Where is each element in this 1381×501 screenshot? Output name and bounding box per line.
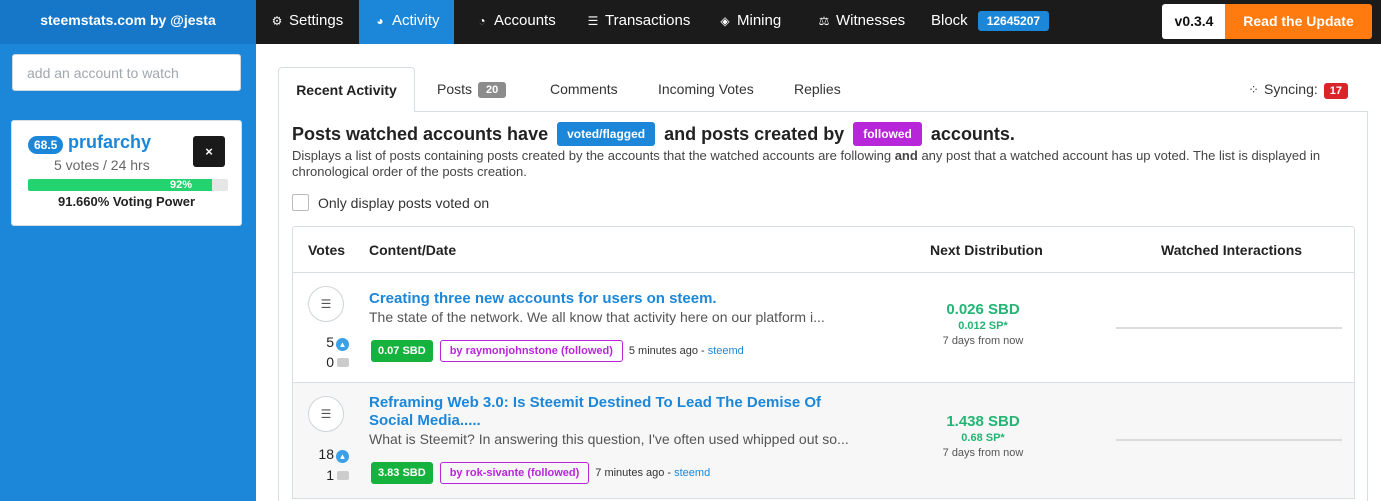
post-meta: 3.83 SBD by rok-sivante (followed) 7 min… xyxy=(371,462,710,484)
upvote-count: 18 ▲ xyxy=(293,446,349,463)
votes-per-day: 5 votes / 24 hrs xyxy=(54,157,150,173)
sidebar: steemstats.com by @jesta 68.5 prufarchy … xyxy=(0,0,256,501)
comment-icon xyxy=(337,471,349,480)
comment-count: 0 xyxy=(293,354,349,370)
tab-recent-activity[interactable]: Recent Activity xyxy=(278,67,415,112)
table-row: ☰ 5 ▲ 0 Creating three new accounts for u… xyxy=(293,273,1354,383)
header-content: Content/Date xyxy=(369,242,457,258)
close-icon: × xyxy=(205,144,213,159)
post-time: 7 minutes ago - xyxy=(595,467,672,479)
list-icon: ☰ xyxy=(320,407,332,421)
reputation-badge: 68.5 xyxy=(28,136,64,154)
brand-title[interactable]: steemstats.com by @jesta xyxy=(0,0,256,44)
post-excerpt: The state of the network. We all know th… xyxy=(369,309,825,325)
list-icon: ☰ xyxy=(320,297,332,311)
cube-icon: ◈ xyxy=(720,14,730,28)
only-voted-filter[interactable]: Only display posts voted on xyxy=(292,194,489,211)
voting-power-bar: 92% xyxy=(28,179,228,191)
page-title: Posts watched accounts have voted/flagge… xyxy=(292,122,1015,146)
list-icon: ☰ xyxy=(587,14,599,28)
post-time: 5 minutes ago - xyxy=(628,345,705,357)
app-link[interactable]: steemd xyxy=(708,345,744,357)
table-header: Votes Content/Date Next Distribution Wat… xyxy=(293,227,1354,273)
table-row: ☰ 18 ▲ 1 Reframing Web 3.0: Is Steemit De… xyxy=(293,383,1354,499)
nav-transactions[interactable]: ☰ Transactions xyxy=(572,0,704,44)
next-distribution: 1.438 SBD 0.68 SP* 7 days from now xyxy=(942,413,1024,459)
post-title-link[interactable]: Reframing Web 3.0: Is Steemit Destined T… xyxy=(369,394,849,430)
tab-replies[interactable]: Replies xyxy=(794,67,841,111)
block-number-badge: 12645207 xyxy=(977,11,1050,32)
watched-interactions-bar xyxy=(1116,439,1342,441)
payout-badge: 3.83 SBD xyxy=(371,462,433,484)
nav-block[interactable]: Block 12645207 xyxy=(917,0,1063,44)
tab-comments[interactable]: Comments xyxy=(550,67,618,111)
remove-account-button[interactable]: × xyxy=(193,136,225,167)
balance-scale-icon: ⚖ xyxy=(818,14,830,28)
gears-icon: ⚙ xyxy=(271,14,283,28)
post-detail-button[interactable]: ☰ xyxy=(308,396,344,432)
post-meta: 0.07 SBD by raymonjohnstone (followed) 5… xyxy=(371,340,744,362)
tab-incoming-votes[interactable]: Incoming Votes xyxy=(658,67,754,111)
followed-label: followed xyxy=(853,122,922,146)
header-watched-interactions: Watched Interactions xyxy=(1161,242,1303,258)
account-card: 68.5 prufarchy 5 votes / 24 hrs × 92% 91… xyxy=(11,120,242,226)
nav-settings[interactable]: ⚙ Settings xyxy=(256,0,357,44)
post-excerpt: What is Steemit? In answering this quest… xyxy=(369,431,849,447)
post-title-link[interactable]: Creating three new accounts for users on… xyxy=(369,290,849,308)
upvote-icon[interactable]: ▲ xyxy=(336,338,349,351)
comment-icon xyxy=(337,358,349,367)
payout-badge: 0.07 SBD xyxy=(371,340,433,362)
post-detail-button[interactable]: ☰ xyxy=(308,286,344,322)
sync-count-badge: 17 xyxy=(1323,83,1348,99)
author-badge[interactable]: by rok-sivante (followed) xyxy=(439,462,590,484)
upvote-count: 5 ▲ xyxy=(293,334,349,351)
page-description: Displays a list of posts containing post… xyxy=(292,148,1321,179)
posts-table: Votes Content/Date Next Distribution Wat… xyxy=(292,226,1355,499)
version-label: v0.3.4 xyxy=(1162,4,1226,39)
account-name[interactable]: prufarchy xyxy=(68,132,151,153)
nav-accounts[interactable]: ◔ Accounts xyxy=(461,0,570,44)
watch-account-input[interactable] xyxy=(12,54,241,91)
sync-status: ⁘ Syncing: 17 xyxy=(1248,67,1348,111)
nav-witnesses[interactable]: ⚖ Witnesses xyxy=(803,0,919,44)
rss-icon: ◕ xyxy=(376,14,384,28)
tab-posts[interactable]: Posts 20 xyxy=(437,67,507,111)
nav-mining[interactable]: ◈ Mining xyxy=(704,0,795,44)
nav-activity[interactable]: ◕ Activity xyxy=(359,0,454,44)
pie-chart-icon: ◔ xyxy=(478,14,486,28)
voted-flagged-label: voted/flagged xyxy=(557,122,656,146)
watched-interactions-bar xyxy=(1116,327,1342,329)
activity-tabs: Recent Activity Posts 20 Comments Incomin… xyxy=(278,67,1368,112)
tab-content: Posts watched accounts have voted/flagge… xyxy=(278,111,1368,501)
activity-panel: Recent Activity Posts 20 Comments Incomin… xyxy=(278,67,1368,501)
upvote-icon[interactable]: ▲ xyxy=(336,450,349,463)
posts-count-badge: 20 xyxy=(478,82,507,98)
voting-power-fill: 92% xyxy=(28,179,212,191)
only-voted-label: Only display posts voted on xyxy=(318,194,490,211)
author-badge[interactable]: by raymonjohnstone (followed) xyxy=(439,340,623,362)
header-next-distribution: Next Distribution xyxy=(930,242,1043,258)
comment-count: 1 xyxy=(293,467,349,483)
next-distribution: 0.026 SBD 0.012 SP* 7 days from now xyxy=(942,301,1024,347)
voting-power-text: 91.660% Voting Power xyxy=(57,194,196,209)
only-voted-checkbox[interactable] xyxy=(292,194,309,211)
top-nav: ⚙ Settings ◕ Activity ◔ Accounts ☰ Transacti… xyxy=(256,0,1381,44)
read-update-button[interactable]: Read the Update xyxy=(1225,4,1372,39)
spinner-icon: ⁘ xyxy=(1248,82,1260,97)
app-link[interactable]: steemd xyxy=(674,467,710,479)
header-votes: Votes xyxy=(308,242,346,258)
